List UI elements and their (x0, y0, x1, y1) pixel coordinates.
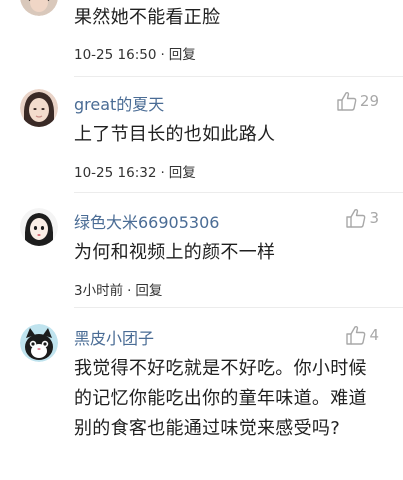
comment-meta: 10-25 16:32 · 回复 (74, 161, 196, 181)
reply-button[interactable]: 回复 (169, 165, 196, 181)
comment-time: 10-25 16:50 (74, 47, 157, 63)
thumbs-up-icon (345, 207, 369, 229)
reply-button[interactable]: 回复 (169, 47, 196, 63)
meta-separator: · (160, 47, 165, 63)
comment-list: 果然她不能看正脸 10-25 16:50 · 回复 great的夏天 29 上了… (0, 0, 403, 480)
comment-item: 绿色大米66905306 3 为何和视频上的颜不一样 3小时前 · 回复 (0, 193, 403, 303)
thumbs-up-icon (336, 90, 360, 112)
comment-time: 10-25 16:32 (74, 165, 157, 181)
like-button[interactable]: 29 (336, 90, 379, 112)
avatar[interactable] (20, 89, 58, 127)
avatar[interactable] (20, 324, 58, 362)
meta-separator: · (160, 165, 165, 181)
thumbs-up-icon (345, 324, 369, 346)
comment-meta: 10-25 16:50 · 回复 (74, 43, 196, 63)
comment-text: 我觉得不好吃就是不好吃。你小时候的记忆你能吃出你的童年味道。难道别的食客也能通过… (74, 358, 367, 439)
like-count: 3 (369, 209, 379, 227)
comment-text: 上了节目长的也如此路人 (74, 124, 276, 145)
like-count: 4 (369, 326, 379, 344)
meta-separator: · (127, 283, 132, 299)
like-button[interactable]: 3 (345, 207, 379, 229)
like-button[interactable]: 4 (345, 324, 379, 346)
like-count: 29 (359, 92, 379, 110)
comment-item: 黑皮小团子 4 我觉得不好吃就是不好吃。你小时候的记忆你能吃出你的童年味道。难道… (0, 308, 403, 480)
reply-button[interactable]: 回复 (135, 283, 162, 299)
avatar[interactable] (20, 0, 58, 16)
username[interactable]: 绿色大米66905306 (74, 209, 219, 233)
username[interactable]: 黑皮小团子 (74, 325, 154, 349)
comment-meta: 3小时前 · 回复 (74, 279, 162, 299)
comment-text: 为何和视频上的颜不一样 (74, 242, 276, 263)
comment-item: 果然她不能看正脸 10-25 16:50 · 回复 (0, 0, 403, 70)
comment-item: great的夏天 29 上了节目长的也如此路人 10-25 16:32 · 回复 (0, 77, 403, 188)
comment-text: 果然她不能看正脸 (74, 7, 221, 28)
avatar[interactable] (20, 208, 58, 246)
username[interactable]: great的夏天 (74, 91, 164, 115)
comment-time: 3小时前 (74, 283, 124, 299)
